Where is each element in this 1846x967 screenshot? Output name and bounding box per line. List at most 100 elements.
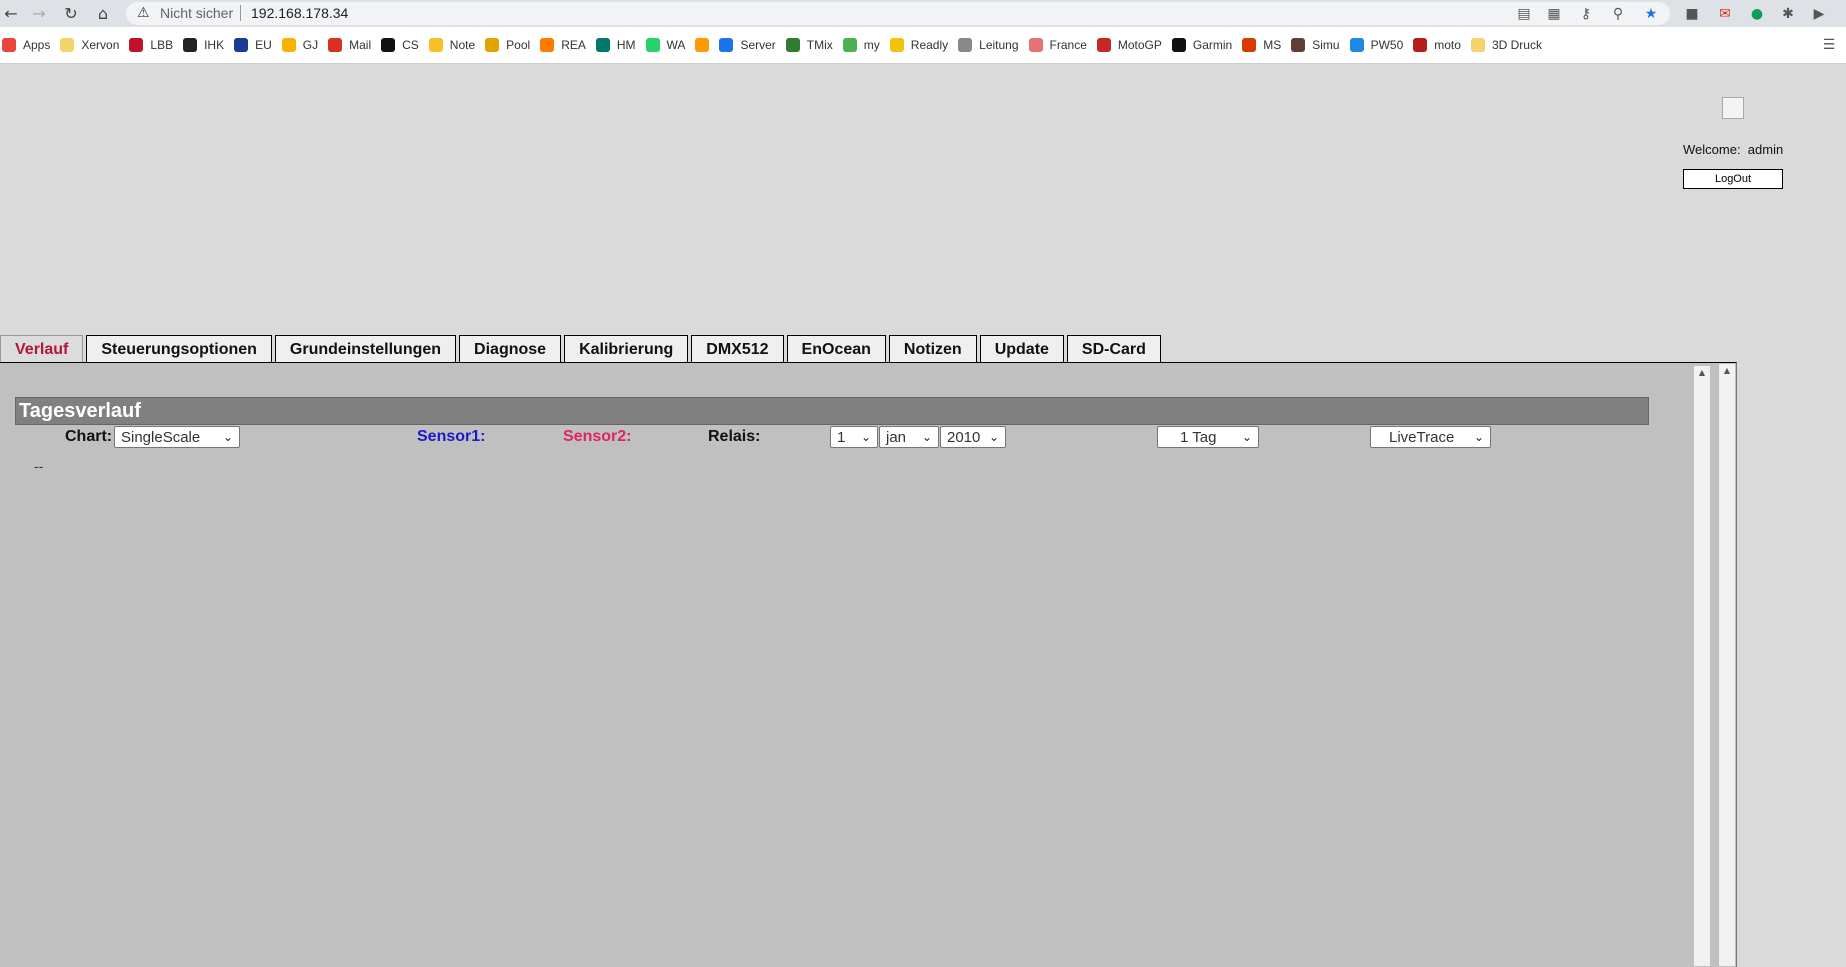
back-icon[interactable]: ←: [0, 3, 22, 25]
bookmark-item[interactable]: Simu: [1291, 38, 1347, 52]
bookmark-favicon-icon: [645, 38, 660, 52]
bookmark-item[interactable]: LBB: [129, 38, 181, 52]
url-text[interactable]: 192.168.178.34: [251, 5, 348, 21]
extension-icon[interactable]: ■: [1681, 3, 1703, 25]
bookmark-favicon-icon: [1470, 38, 1485, 52]
bookmark-favicon-icon: [381, 38, 396, 52]
bookmark-favicon-icon: [328, 38, 343, 52]
browser-toolbar: ← → ↻ ⌂ ⚠ Nicht sicher 192.168.178.34 ▤ …: [0, 0, 1846, 27]
bookmark-label: Mail: [349, 38, 372, 52]
bookmark-item[interactable]: [695, 38, 717, 52]
forward-icon[interactable]: →: [28, 3, 50, 25]
bookmark-item[interactable]: EU: [234, 38, 280, 52]
bookmark-item[interactable]: REA: [540, 38, 594, 52]
bookmark-item[interactable]: HM: [595, 38, 644, 52]
bookmark-label: Pool: [506, 38, 531, 52]
cast-icon[interactable]: ▤: [1513, 3, 1535, 25]
chart-label: Chart:: [65, 428, 113, 445]
bookmark-label: Note: [449, 38, 476, 52]
tab-grundeinstellungen[interactable]: Grundeinstellungen: [274, 335, 457, 363]
bookmark-label: PW50: [1370, 38, 1404, 52]
bookmark-item[interactable]: GJ: [281, 38, 326, 52]
bookmark-favicon-icon: [540, 38, 555, 52]
tab-verlauf[interactable]: Verlauf: [0, 335, 84, 363]
grammarly-extension-icon[interactable]: ●: [1746, 3, 1768, 25]
key-icon[interactable]: ⚷: [1575, 3, 1597, 25]
bookmark-item[interactable]: Server: [719, 38, 783, 52]
bookmark-item[interactable]: Pool: [485, 38, 538, 52]
bookmark-label: CS: [402, 38, 419, 52]
tab-sd-card[interactable]: SD-Card: [1066, 335, 1161, 363]
bookmark-label: MS: [1263, 38, 1282, 52]
bookmark-item[interactable]: Xervon: [60, 38, 127, 52]
bookmark-item[interactable]: Apps: [2, 38, 58, 52]
tab-update[interactable]: Update: [979, 335, 1064, 363]
bookmark-item[interactable]: MotoGP: [1096, 38, 1170, 52]
bookmark-star-icon[interactable]: ★: [1640, 3, 1662, 25]
tab-dmx512[interactable]: DMX512: [691, 335, 784, 363]
bookmark-label: HM: [616, 38, 636, 52]
chevron-down-icon: ⌄: [1241, 430, 1252, 444]
bookmark-favicon-icon: [2, 38, 16, 52]
chevron-down-icon: ⌄: [988, 430, 999, 444]
bookmark-item[interactable]: Leitung: [958, 38, 1026, 52]
warning-icon[interactable]: ⚠: [137, 3, 155, 23]
bookmark-item[interactable]: moto: [1413, 38, 1469, 52]
tab-kalibrierung[interactable]: Kalibrierung: [564, 335, 689, 363]
logout-button[interactable]: LogOut: [1683, 169, 1783, 189]
chevron-down-icon: ⌄: [860, 430, 871, 444]
scroll-up-icon[interactable]: ▲: [1694, 366, 1710, 380]
bookmark-label: WA: [666, 38, 686, 52]
month-select[interactable]: jan ⌄: [879, 426, 939, 448]
bookmark-label: Xervon: [81, 38, 120, 52]
tab-notizen[interactable]: Notizen: [888, 335, 977, 363]
bookmark-label: 3D Druck: [1491, 38, 1542, 52]
username: admin: [1747, 142, 1784, 157]
bookmark-favicon-icon: [428, 38, 443, 52]
media-icon[interactable]: ▶: [1808, 3, 1830, 25]
mode-select[interactable]: LiveTrace ⌄: [1370, 426, 1491, 448]
reading-list-icon[interactable]: ☰: [1818, 34, 1840, 56]
range-select[interactable]: 1 Tag ⌄: [1157, 426, 1259, 448]
bookmark-item[interactable]: France: [1028, 38, 1095, 52]
bookmark-favicon-icon: [1291, 38, 1306, 52]
bookmark-item[interactable]: MS: [1242, 38, 1289, 52]
bookmark-item[interactable]: 3D Druck: [1470, 38, 1550, 52]
bookmark-item[interactable]: WA: [645, 38, 694, 52]
bookmark-item[interactable]: Mail: [328, 38, 379, 52]
home-icon[interactable]: ⌂: [92, 3, 114, 25]
tab-diagnose[interactable]: Diagnose: [459, 335, 562, 363]
bookmark-item[interactable]: Note: [428, 38, 483, 52]
bookmark-item[interactable]: PW50: [1349, 38, 1412, 52]
year-select[interactable]: 2010 ⌄: [940, 426, 1006, 448]
page-scrollbar[interactable]: ▲: [1718, 364, 1735, 966]
security-label[interactable]: Nicht sicher: [160, 5, 233, 21]
bookmark-item[interactable]: my: [842, 38, 888, 52]
address-bar[interactable]: [126, 2, 1670, 25]
reload-icon[interactable]: ↻: [60, 3, 82, 25]
gmail-extension-icon[interactable]: ✉: [1714, 3, 1736, 25]
bookmark-item[interactable]: CS: [381, 38, 427, 52]
tab-steuerungsoptionen[interactable]: Steuerungsoptionen: [86, 335, 272, 363]
bookmark-label: moto: [1434, 38, 1461, 52]
bookmark-item[interactable]: Garmin: [1171, 38, 1240, 52]
bookmark-favicon-icon: [129, 38, 144, 52]
bookmark-item[interactable]: Readly: [889, 38, 956, 52]
chart-select[interactable]: SingleScale ⌄: [114, 426, 240, 448]
tab-enocean[interactable]: EnOcean: [786, 335, 886, 363]
bookmark-favicon-icon: [695, 38, 710, 52]
scroll-up-icon[interactable]: ▲: [1719, 364, 1735, 378]
puzzle-icon[interactable]: ✱: [1777, 3, 1799, 25]
bookmark-favicon-icon: [485, 38, 500, 52]
bookmark-label: LBB: [150, 38, 174, 52]
day-select[interactable]: 1 ⌄: [830, 426, 878, 448]
bookmark-favicon-icon: [785, 38, 800, 52]
bookmark-item[interactable]: IHK: [183, 38, 232, 52]
bookmark-favicon-icon: [595, 38, 610, 52]
inner-scrollbar[interactable]: ▲: [1694, 366, 1710, 966]
qr-icon[interactable]: ▦: [1543, 3, 1565, 25]
bookmark-label: Leitung: [979, 38, 1019, 52]
bookmark-item[interactable]: TMix: [785, 38, 841, 52]
zoom-icon[interactable]: ⚲: [1607, 3, 1629, 25]
chart-select-value: SingleScale: [121, 428, 201, 446]
